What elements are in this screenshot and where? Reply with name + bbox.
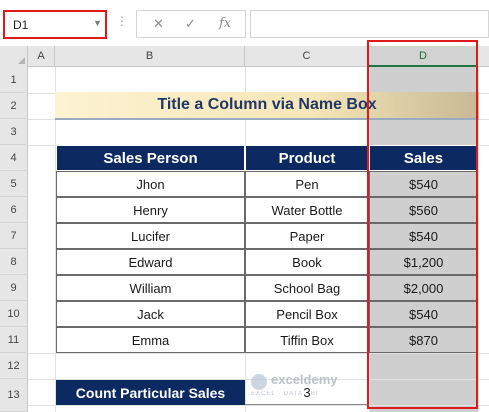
row-header-8[interactable]: 8 [0,249,28,275]
count-label[interactable]: Count Particular Sales [56,380,245,405]
row-header-1[interactable]: 1 [0,67,28,93]
table-cell-product[interactable]: School Bag [245,275,369,301]
table-cell-product[interactable]: Water Bottle [245,197,369,223]
table-cell-person[interactable]: William [56,275,245,301]
row-header-3[interactable]: 3 [0,119,28,145]
enter-icon[interactable]: ✓ [185,16,196,32]
cancel-icon[interactable]: ✕ [153,16,164,32]
formula-input[interactable] [250,10,489,38]
row-header-2[interactable]: 2 [0,93,28,119]
table-cell-person[interactable]: Lucifer [56,223,245,249]
row-header-7[interactable]: 7 [0,223,28,249]
watermark-brand: exceldemy [271,372,338,387]
row-header-4[interactable]: 4 [0,145,28,171]
row-header-11[interactable]: 11 [0,327,28,353]
row-header-5[interactable]: 5 [0,171,28,197]
table-header-product[interactable]: Product [245,145,369,171]
chevron-down-icon[interactable]: ▼ [93,18,102,28]
row-header-12[interactable]: 12 [0,353,28,379]
table-cell-person[interactable]: Emma [56,327,245,353]
table-cell-person[interactable]: Edward [56,249,245,275]
column-header-b[interactable]: B [55,46,245,67]
table-cell-person[interactable]: Jack [56,301,245,327]
name-box-value: D1 [13,18,29,32]
watermark-tagline: EXCEL · DATA · BI [251,391,319,397]
column-header-a[interactable]: A [28,46,55,67]
table-cell-product[interactable]: Pencil Box [245,301,369,327]
table-cell-product[interactable]: Pen [245,171,369,197]
row-header-9[interactable]: 9 [0,275,28,301]
table-header-sales-person[interactable]: Sales Person [56,145,245,171]
table-cell-product[interactable]: Paper [245,223,369,249]
more-icon: ⋮ [116,14,128,28]
table-cell-product[interactable]: Tiffin Box [245,327,369,353]
column-header-c[interactable]: C [245,46,369,67]
name-box[interactable]: D1 ▼ [3,10,107,39]
table-cell-person[interactable]: Jhon [56,171,245,197]
column-d-highlight-frame [367,40,478,409]
insert-function-icon[interactable]: fx [219,16,231,31]
row-header-10[interactable]: 10 [0,301,28,327]
select-all-triangle-icon [18,57,25,64]
formula-buttons: ✕ ✓ fx [136,10,246,38]
table-cell-product[interactable]: Book [245,249,369,275]
row-header-13[interactable]: 13 [0,379,28,412]
table-cell-person[interactable]: Henry [56,197,245,223]
exceldemy-logo-icon [251,374,267,390]
row-header-6[interactable]: 6 [0,197,28,223]
